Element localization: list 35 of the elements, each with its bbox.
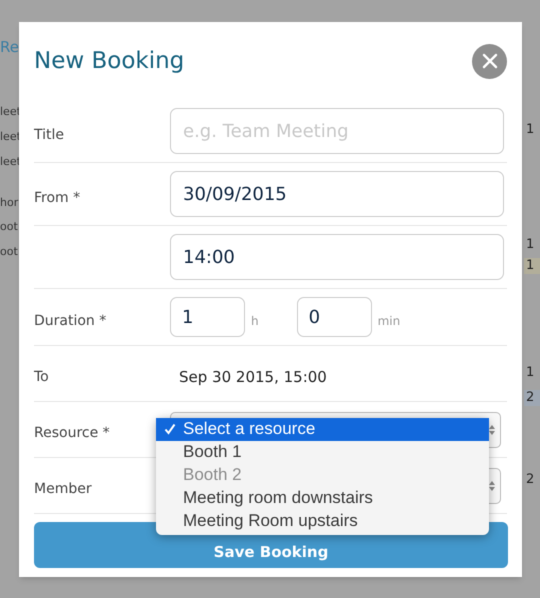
list-item-text: hor	[0, 197, 18, 208]
checkmark-icon	[164, 423, 176, 435]
field-label: From *	[34, 190, 80, 206]
calendar-cell: 1	[524, 258, 540, 274]
list-item-text: leet	[0, 106, 21, 117]
calendar-cell: 2	[524, 390, 540, 406]
field-label: Title	[34, 126, 64, 142]
chevron-icon	[488, 480, 496, 492]
calendar-cell-text: 1	[525, 365, 536, 382]
field-label: Member	[34, 481, 92, 497]
field-label: To	[34, 369, 49, 385]
list-item-text: oot	[0, 221, 18, 232]
list-item-text: oot	[0, 246, 18, 257]
field-label: Duration *	[34, 312, 106, 328]
dropdown-option: Booth 2	[156, 464, 489, 486]
close-icon	[482, 53, 498, 69]
dropdown-option[interactable]: Meeting room downstairs	[156, 486, 489, 510]
input-field[interactable]: 0	[296, 297, 372, 337]
list-item-text: leet	[0, 131, 21, 142]
input-field[interactable]: 14:00	[170, 234, 504, 280]
calendar-cell-text: 1	[525, 122, 536, 138]
dropdown-option[interactable]: Booth 1	[156, 440, 489, 464]
field-label: Resource *	[34, 425, 110, 441]
list-item-text: leet	[0, 156, 21, 167]
dropdown-option[interactable]: Select a resource	[156, 418, 489, 440]
unit-label: min	[378, 313, 400, 330]
calendar-cell-text: 1	[525, 237, 536, 254]
chevron-icon	[488, 424, 496, 436]
field-value: Sep 30 2015, 15:00	[178, 367, 327, 388]
unit-label: h	[251, 313, 259, 330]
input-field[interactable]: 1	[170, 297, 245, 337]
calendar-cell-text: 2	[525, 472, 536, 488]
dialog-title: New Booking	[34, 46, 184, 76]
close-button[interactable]	[472, 44, 507, 78]
input-field[interactable]: 30/09/2015	[170, 171, 504, 217]
